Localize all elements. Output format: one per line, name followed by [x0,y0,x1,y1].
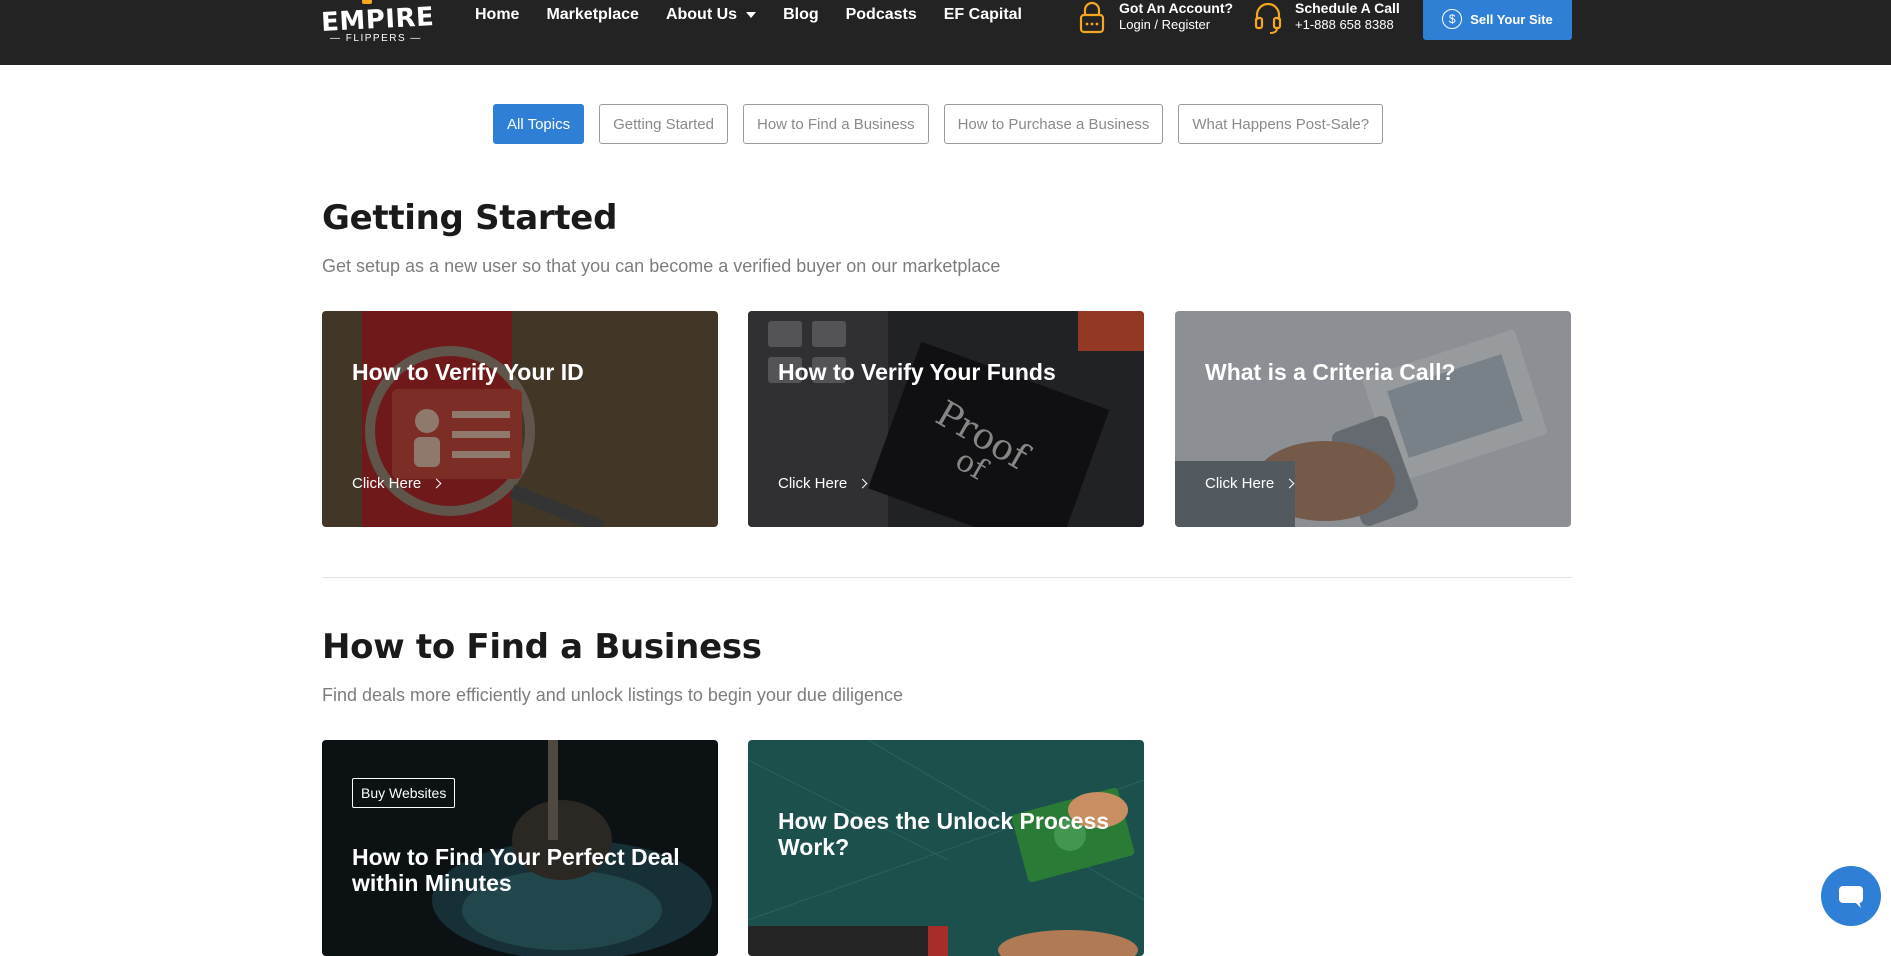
card-title: How to Verify Your Funds [778,359,1056,385]
nav-blog-label: Blog [783,6,819,23]
click-here-label: Click Here [352,475,422,492]
topic-all-topics[interactable]: All Topics [493,104,585,144]
chevron-right-icon [431,478,442,489]
empire-flippers-logo[interactable]: EMPIRE — FLIPPERS — [320,0,435,52]
chevron-right-icon [1284,478,1295,489]
card-unlock-process[interactable]: How Does the Unlock Process Work? [748,740,1144,956]
dollar-circle-icon: $ [1442,9,1463,29]
headset-icon [1254,2,1282,34]
nav-podcasts[interactable]: Podcasts [846,5,917,25]
nav-home[interactable]: Home [475,5,519,25]
card-perfect-deal[interactable]: Buy Websites How to Find Your Perfect De… [322,740,718,956]
nav-about-us-label: About Us [665,6,738,23]
topic-getting-started[interactable]: Getting Started [599,104,728,144]
card-title: What is a Criteria Call? [1205,359,1456,385]
nav-blog[interactable]: Blog [783,5,819,25]
nav-marketplace-label: Marketplace [546,6,639,23]
topic-purchase-business[interactable]: How to Purchase a Business [943,104,1164,144]
section-title-find-business: How to Find a Business [322,627,762,667]
schedule-call[interactable]: Schedule A Call +1-888 658 8388 [1253,0,1400,36]
section-divider [322,577,1572,578]
topic-find-business[interactable]: How to Find a Business [743,104,929,144]
sell-your-site-label: Sell Your Site [1470,11,1553,27]
logo-subtext: — FLIPPERS — [330,33,422,44]
click-here-link[interactable]: Click Here [352,475,442,492]
click-here-link[interactable]: Click Here [1205,475,1295,492]
nav-marketplace[interactable]: Marketplace [546,5,639,25]
chevron-right-icon [857,478,868,489]
topic-post-sale[interactable]: What Happens Post-Sale? [1178,104,1384,144]
section-title-getting-started: Getting Started [322,198,618,238]
section-subtitle-getting-started: Get setup as a new user so that you can … [322,256,1001,276]
call-title: Schedule A Call [1295,0,1400,16]
card-title: How to Find Your Perfect Deal within Min… [352,844,680,896]
click-here-link[interactable]: Click Here [778,475,868,492]
account-login[interactable]: Got An Account? Login / Register [1077,0,1233,36]
account-title: Got An Account? [1119,0,1234,16]
logo-mark [362,0,372,4]
login-register-link[interactable]: Login / Register [1119,16,1233,34]
buy-websites-tag[interactable]: Buy Websites [352,778,456,808]
nav-about-us[interactable]: About Us [665,5,757,25]
nav-podcasts-label: Podcasts [845,6,917,23]
card-verify-id[interactable]: How to Verify Your ID Click Here [322,311,718,527]
section-subtitle-find-business: Find deals more efficiently and unlock l… [322,685,904,705]
nav-ef-capital[interactable]: EF Capital [944,5,1022,25]
nav-ef-capital-label: EF Capital [943,6,1022,23]
card-verify-funds[interactable]: Proof of How to Verify Your Funds Click … [748,311,1144,527]
chevron-down-icon [746,12,757,18]
chat-bubble-icon [1839,886,1863,908]
card-criteria-call[interactable]: What is a Criteria Call? Click Here [1175,311,1571,527]
main-nav: Home Marketplace About Us Blog Podcasts … [475,5,1049,25]
call-phone[interactable]: +1-888 658 8388 [1295,16,1400,34]
card-title: How to Verify Your ID [352,359,584,385]
sell-your-site-button[interactable]: $ Sell Your Site [1423,0,1572,40]
click-here-label: Click Here [778,475,848,492]
topic-filter: All Topics Getting Started How to Find a… [493,104,1398,144]
card-title: How Does the Unlock Process Work? [778,808,1110,860]
nav-home-label: Home [475,6,520,23]
click-here-label: Click Here [1205,475,1275,492]
chat-button[interactable] [1821,866,1881,926]
lock-icon [1079,1,1105,34]
top-header: EMPIRE — FLIPPERS — Home Marketplace Abo… [0,0,1891,65]
